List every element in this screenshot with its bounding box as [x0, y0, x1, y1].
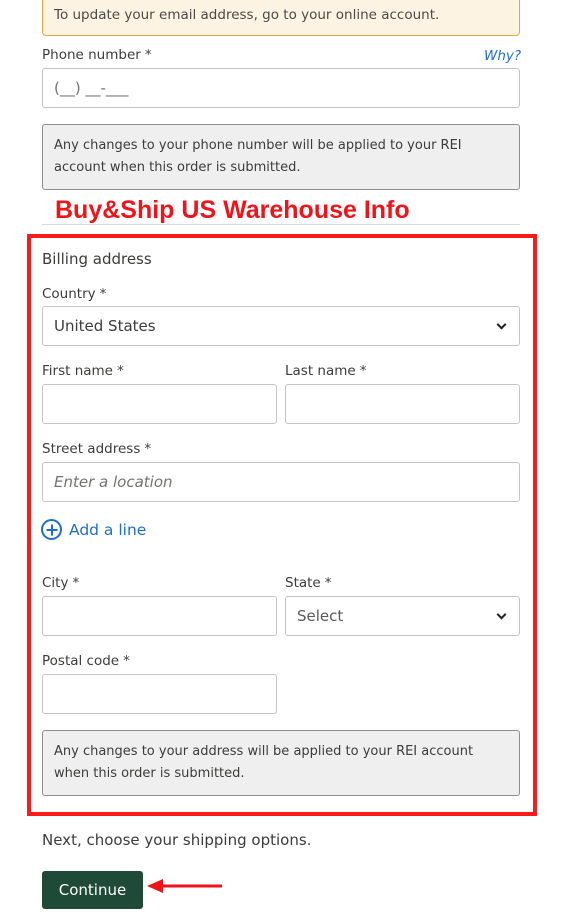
- country-label-text: Country: [42, 286, 96, 302]
- phone-placeholder: (__) __-___: [54, 79, 129, 97]
- add-a-line-button[interactable]: Add a line: [41, 519, 146, 540]
- country-label: Country *: [42, 286, 106, 302]
- continue-button[interactable]: Continue: [42, 871, 143, 909]
- postal-code-input[interactable]: [42, 674, 277, 714]
- annotation-arrow-icon: [147, 879, 222, 893]
- email-notice: To update your email address, go to your…: [42, 0, 520, 36]
- state-select[interactable]: Select: [285, 596, 520, 636]
- chevron-down-icon: [496, 319, 507, 330]
- street-placeholder: Enter a location: [54, 473, 173, 491]
- state-value: Select: [297, 607, 344, 625]
- divider: [42, 224, 520, 225]
- add-a-line-label: Add a line: [69, 520, 147, 539]
- city-label: City *: [42, 575, 79, 591]
- required-mark: *: [359, 363, 367, 379]
- required-mark: *: [99, 286, 107, 302]
- phone-notice: Any changes to your phone number will be…: [42, 124, 520, 190]
- annotation-title: Buy&Ship US Warehouse Info: [55, 196, 410, 224]
- country-select[interactable]: United States: [42, 306, 520, 346]
- phone-label: Phone number *: [42, 47, 152, 63]
- required-mark: *: [72, 575, 80, 591]
- street-address-label: Street address *: [42, 441, 151, 457]
- plus-circle-icon: [41, 519, 62, 540]
- required-mark: *: [144, 441, 152, 457]
- first-name-label-text: First name: [42, 363, 113, 379]
- country-value: United States: [54, 317, 156, 335]
- phone-label-text: Phone number: [42, 47, 141, 63]
- street-address-input[interactable]: Enter a location: [42, 462, 520, 502]
- last-name-label: Last name *: [285, 363, 366, 379]
- why-link[interactable]: Why?: [484, 48, 521, 64]
- required-mark: *: [123, 653, 130, 669]
- phone-input[interactable]: (__) __-___: [42, 68, 520, 108]
- first-name-label: First name *: [42, 363, 124, 379]
- address-notice: Any changes to your address will be appl…: [42, 730, 520, 796]
- city-input[interactable]: [42, 596, 277, 636]
- required-mark: *: [324, 575, 332, 591]
- billing-address-title: Billing address: [42, 250, 152, 268]
- state-label: State *: [285, 575, 331, 591]
- state-label-text: State: [285, 575, 321, 591]
- city-label-text: City: [42, 575, 69, 591]
- postal-code-label: Postal code *: [42, 653, 130, 669]
- chevron-down-icon: [496, 609, 507, 620]
- required-mark: *: [144, 47, 152, 63]
- next-step-text: Next, choose your shipping options.: [42, 831, 312, 849]
- first-name-input[interactable]: [42, 384, 277, 424]
- last-name-label-text: Last name: [285, 363, 356, 379]
- last-name-input[interactable]: [285, 384, 520, 424]
- street-label-text: Street address: [42, 441, 141, 457]
- required-mark: *: [117, 363, 124, 379]
- postal-label-text: Postal code: [42, 653, 120, 669]
